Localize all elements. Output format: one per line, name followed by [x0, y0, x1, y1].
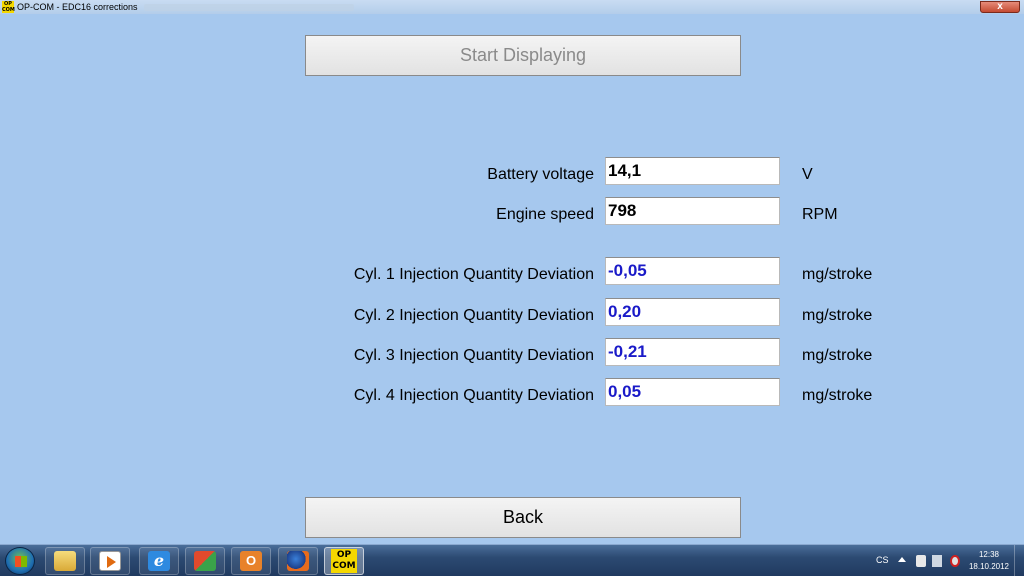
cyl2-deviation-unit: mg/stroke [802, 307, 873, 324]
battery-voltage-unit: V [802, 166, 813, 183]
language-indicator[interactable]: CS [876, 555, 889, 565]
show-hidden-icons-icon[interactable] [898, 557, 906, 562]
volume-muted-icon[interactable] [950, 555, 960, 567]
taskbar-media-player[interactable] [90, 547, 130, 575]
clock-time: 12:38 [978, 550, 1000, 559]
title-blurred-path [143, 3, 354, 11]
battery-icon[interactable] [916, 555, 926, 567]
close-button[interactable]: x [980, 1, 1020, 13]
system-tray: CS 12:38 18.10.2012 [864, 545, 1024, 576]
taskbar-opcom[interactable]: OP COM [324, 547, 364, 575]
cyl1-deviation-field: -0,05 [605, 257, 780, 285]
cyl1-deviation-unit: mg/stroke [802, 266, 873, 283]
internet-explorer-icon: e [148, 551, 170, 571]
reading-row-cyl1-deviation: Cyl. 1 Injection Quantity Deviation -0,0… [0, 257, 1024, 285]
back-button[interactable]: Back [305, 497, 741, 538]
cyl3-deviation-unit: mg/stroke [802, 347, 873, 364]
taskbar-outlook[interactable]: O [231, 547, 271, 575]
clock[interactable]: 12:38 18.10.2012 [964, 549, 1014, 573]
window-titlebar: OP COM OP-COM - EDC16 corrections x [0, 0, 1024, 14]
opcom-logo-icon: OP COM [2, 1, 15, 13]
start-button[interactable] [5, 547, 35, 575]
folder-icon [54, 551, 76, 571]
network-icon[interactable] [932, 555, 942, 567]
engine-speed-field: 798 [605, 197, 780, 225]
engine-speed-unit: RPM [802, 206, 838, 223]
windows-logo-icon [15, 556, 27, 567]
reading-row-battery-voltage: Battery voltage 14,1 V [0, 157, 1024, 185]
cyl1-deviation-label: Cyl. 1 Injection Quantity Deviation [353, 266, 594, 283]
engine-speed-label: Engine speed [496, 206, 594, 223]
start-displaying-button[interactable]: Start Displaying [305, 35, 741, 76]
battery-voltage-field: 14,1 [605, 157, 780, 185]
reading-row-engine-speed: Engine speed 798 RPM [0, 197, 1024, 225]
taskbar-explorer[interactable] [45, 547, 85, 575]
cyl4-deviation-label: Cyl. 4 Injection Quantity Deviation [353, 387, 594, 404]
taskbar-remote-desktop[interactable] [185, 547, 225, 575]
cyl2-deviation-label: Cyl. 2 Injection Quantity Deviation [353, 307, 594, 324]
show-desktop-button[interactable] [1014, 545, 1024, 576]
media-player-icon [99, 551, 121, 571]
cyl2-deviation-field: 0,20 [605, 298, 780, 326]
taskbar-internet-explorer[interactable]: e [139, 547, 179, 575]
window-title: OP-COM - EDC16 corrections [17, 2, 138, 12]
reading-row-cyl3-deviation: Cyl. 3 Injection Quantity Deviation -0,2… [0, 338, 1024, 366]
outlook-icon: O [240, 551, 262, 571]
taskbar: e O OP COM CS 12:38 18.10.2012 [0, 544, 1024, 576]
cyl4-deviation-field: 0,05 [605, 378, 780, 406]
clock-date: 18.10.2012 [968, 562, 1010, 571]
cyl3-deviation-field: -0,21 [605, 338, 780, 366]
remote-desktop-icon [194, 551, 216, 571]
opcom-icon: OP COM [331, 549, 357, 573]
firefox-icon [287, 551, 309, 571]
reading-row-cyl4-deviation: Cyl. 4 Injection Quantity Deviation 0,05… [0, 378, 1024, 406]
taskbar-firefox[interactable] [278, 547, 318, 575]
battery-voltage-label: Battery voltage [487, 166, 594, 183]
cyl4-deviation-unit: mg/stroke [802, 387, 873, 404]
reading-row-cyl2-deviation: Cyl. 2 Injection Quantity Deviation 0,20… [0, 298, 1024, 326]
cyl3-deviation-label: Cyl. 3 Injection Quantity Deviation [353, 347, 594, 364]
